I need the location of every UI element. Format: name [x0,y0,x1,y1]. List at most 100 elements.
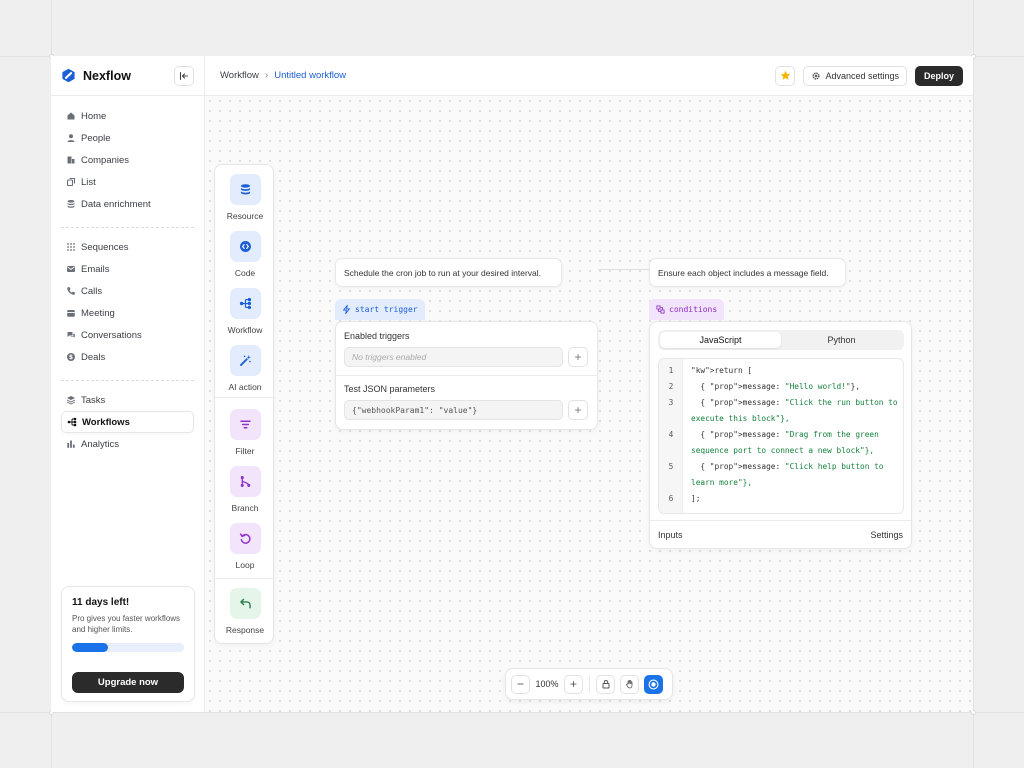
enabled-triggers-section: Enabled triggers No triggers enabled + [336,322,597,367]
pan-hand-button[interactable] [620,674,639,694]
palette-item-workflow[interactable]: Workflow [215,288,275,335]
lightning-icon [342,305,351,314]
sidebar-item-workflows[interactable]: Workflows [61,411,194,433]
add-json-param-button[interactable]: + [568,400,588,420]
workflow-canvas[interactable]: Resource Code Workflow AI action Filter … [205,96,973,712]
phone-icon [66,286,76,296]
sidebar-item-list[interactable]: List [61,171,194,193]
sidebar-item-emails[interactable]: Emails [61,258,194,280]
deploy-button[interactable]: Deploy [914,65,963,86]
sidebar-item-label: Home [81,110,107,122]
favorite-button[interactable] [775,65,796,86]
trial-progress-bar [72,643,184,652]
breadcrumb-current[interactable]: Untitled workflow [274,70,346,81]
conditions-card: JavaScript Python 1 "kw">return [ 2 { "pr… [649,321,912,549]
add-trigger-button[interactable]: + [568,347,588,367]
enabled-triggers-input[interactable]: No triggers enabled [344,347,563,367]
hand-icon [625,679,632,689]
start-trigger-card: Enabled triggers No triggers enabled + T… [335,321,598,430]
inputs-link[interactable]: Inputs [658,530,683,540]
json-params-input[interactable]: {"webhookParam1": "value"} [344,400,563,420]
sidebar-item-people[interactable]: People [61,127,194,149]
advanced-settings-label: Advanced settings [825,70,899,81]
tab-javascript[interactable]: JavaScript [660,332,781,348]
palette-item-branch[interactable]: Branch [215,466,275,513]
nexflow-logo-icon [62,68,75,83]
topbar-actions: Advanced settings Deploy [775,65,963,86]
tab-python[interactable]: Python [781,332,902,348]
breadcrumb-workflow[interactable]: Workflow [220,70,259,81]
lock-button[interactable] [596,674,615,694]
building-icon [66,155,76,165]
palette-label: Loop [235,560,255,570]
sidebar-item-companies[interactable]: Companies [61,149,194,171]
sidebar-item-home[interactable]: Home [61,105,194,127]
code-text: sequence port to connect a new block"}, [691,446,875,455]
json-params-row: {"webhookParam1": "value"} + [344,400,588,420]
guide-line [0,712,1024,713]
palette-divider [215,397,275,398]
json-params-label: Test JSON parameters [344,384,436,394]
dollar-icon: $ [66,352,76,362]
star-icon [780,70,791,80]
line-number: 4 [668,430,674,439]
nav-divider [61,380,194,381]
sidebar-item-label: Workflows [82,416,130,428]
guide-line [973,0,974,768]
collapse-sidebar-button[interactable] [174,65,194,86]
sidebar-item-label: Emails [81,263,110,275]
palette-label: Filter [235,446,255,456]
start-trigger-tag[interactable]: start trigger [335,299,425,320]
nav-group-engage: Sequences Emails Calls Meeting Conversat… [61,236,194,374]
palette-item-code[interactable]: Code [215,231,275,278]
bar-chart-icon [66,439,76,449]
sidebar-item-label: Data enrichment [81,198,151,210]
palette-item-ai-action[interactable]: AI action [215,345,275,392]
node-connector [598,269,651,270]
upgrade-title: 11 days left! [72,597,130,608]
upgrade-now-button[interactable]: Upgrade now [72,672,184,693]
sidebar-item-tasks[interactable]: Tasks [61,389,194,411]
zoom-in-button[interactable]: + [564,674,583,694]
sidebar-item-data-enrichment[interactable]: Data enrichment [61,193,194,215]
code-text: ]; [691,494,701,503]
sidebar: Nexflow Home People Companies List Data … [51,56,205,712]
block-palette: Resource Code Workflow AI action Filter … [214,164,275,644]
start-trigger-label: start trigger [355,305,418,314]
sidebar-item-label: Calls [81,285,103,297]
sidebar-item-calls[interactable]: Calls [61,280,194,302]
line-number: 1 [668,366,674,375]
advanced-settings-button[interactable]: Advanced settings [803,65,907,86]
sidebar-item-conversations[interactable]: Conversations [61,324,194,346]
palette-item-response[interactable]: Response [215,588,275,635]
zoom-out-button[interactable]: − [511,674,530,694]
palette-item-loop[interactable]: Loop [215,523,275,570]
sidebar-item-meeting[interactable]: Meeting [61,302,194,324]
zoom-toolbar: − 100% + [505,668,673,700]
conditions-tag[interactable]: conditions [649,299,725,320]
play-circle-icon [648,679,659,689]
code-editor[interactable]: 1 "kw">return [ 2 { "prop">message: "Hell… [658,358,904,514]
code-text: { "prop">message: "Hello world!"}, [691,382,861,391]
line-number: 2 [668,382,674,391]
sidebar-item-deals[interactable]: $ Deals [61,346,194,368]
palette-label: Code [234,268,256,278]
settings-link[interactable]: Settings [870,530,903,540]
palette-label: Resource [226,211,264,221]
minus-icon: − [516,677,524,691]
plus-icon: + [574,350,582,364]
play-button[interactable] [644,674,663,694]
palette-divider [215,578,275,579]
palette-item-resource[interactable]: Resource [215,174,275,221]
database-icon [229,174,261,205]
sidebar-item-label: Analytics [81,438,120,450]
sidebar-item-analytics[interactable]: Analytics [61,433,194,455]
enabled-triggers-row: No triggers enabled + [344,347,589,367]
mail-icon [66,264,76,274]
grid-dots-icon [66,242,76,252]
workflow-icon [229,288,261,319]
palette-item-filter[interactable]: Filter [215,409,275,456]
palette-label: Workflow [227,325,263,335]
sidebar-item-sequences[interactable]: Sequences [61,236,194,258]
app-window: Nexflow Home People Companies List Data … [51,56,973,712]
